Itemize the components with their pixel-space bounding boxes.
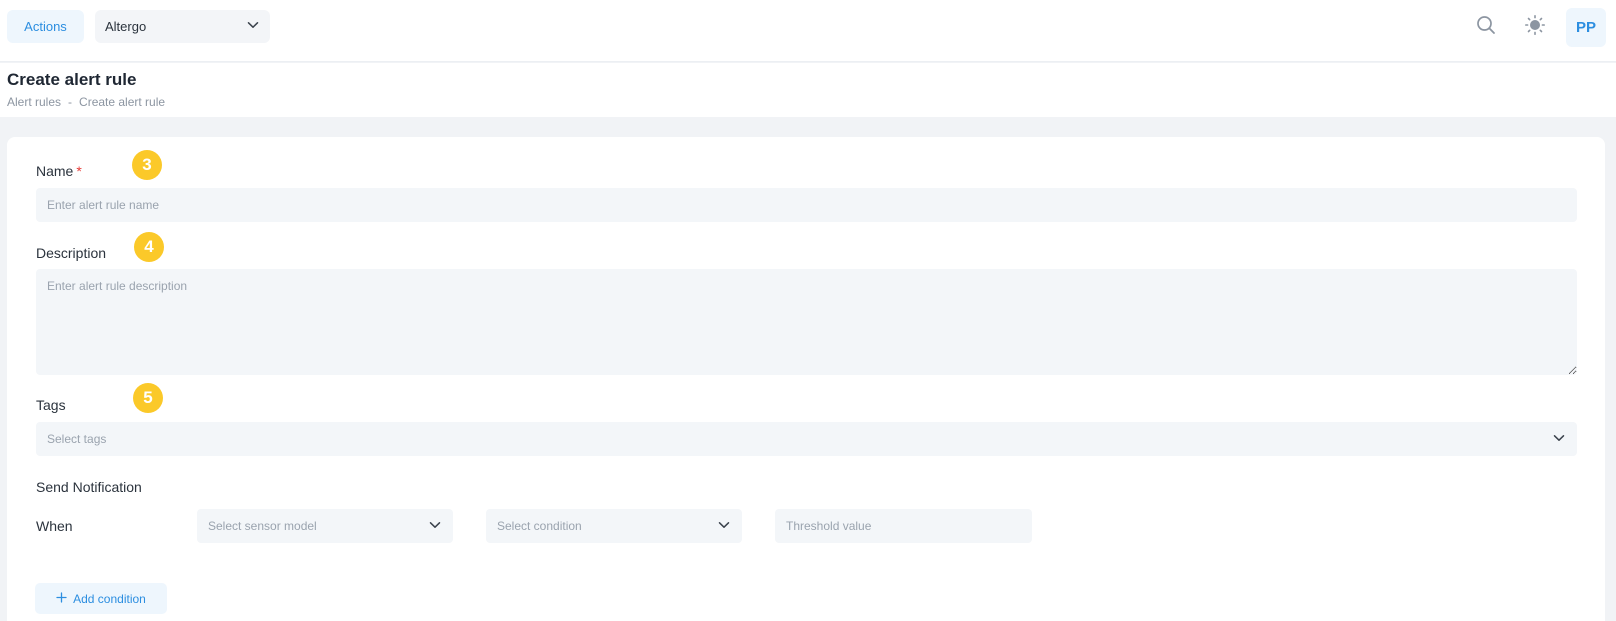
- user-avatar[interactable]: PP: [1566, 8, 1606, 47]
- page-title: Create alert rule: [7, 70, 137, 89]
- page-header: Create alert rule Alert rules - Create a…: [0, 63, 1616, 117]
- sensor-model-placeholder: Select sensor model: [208, 519, 317, 533]
- sun-icon: [1524, 14, 1546, 41]
- plus-icon: [56, 591, 67, 606]
- breadcrumb-alert-rules[interactable]: Alert rules: [7, 95, 61, 109]
- tags-select[interactable]: Select tags: [36, 422, 1577, 456]
- send-notification-label: Send Notification: [36, 479, 142, 495]
- top-bar: Actions Altergo PP: [0, 0, 1616, 62]
- threshold-input[interactable]: [775, 509, 1032, 543]
- sensor-model-select[interactable]: Select sensor model: [197, 509, 453, 543]
- chevron-down-icon: [428, 518, 442, 535]
- breadcrumb: Alert rules - Create alert rule: [7, 95, 165, 109]
- chevron-down-icon: [246, 18, 260, 35]
- search-icon: [1475, 14, 1497, 41]
- required-mark: *: [76, 163, 82, 179]
- name-input[interactable]: [36, 188, 1577, 222]
- search-button[interactable]: [1472, 13, 1500, 41]
- add-condition-button[interactable]: Add condition: [35, 583, 167, 614]
- step-badge-4: 4: [134, 232, 164, 262]
- breadcrumb-separator: -: [68, 95, 73, 109]
- organization-select[interactable]: Altergo: [95, 10, 270, 43]
- when-label: When: [36, 518, 73, 534]
- name-label: Name *: [36, 163, 82, 179]
- breadcrumb-current: Create alert rule: [79, 95, 166, 109]
- theme-toggle-button[interactable]: [1521, 13, 1549, 41]
- organization-select-value: Altergo: [105, 19, 147, 34]
- tags-label: Tags: [36, 397, 66, 413]
- chevron-down-icon: [717, 518, 731, 535]
- alert-rule-form: Name* 3 Description 4 Tags 5 Select tags…: [7, 137, 1605, 621]
- step-badge-5: 5: [133, 383, 163, 413]
- name-label-text: Name: [36, 163, 74, 179]
- chevron-down-icon: [1552, 431, 1566, 448]
- actions-button[interactable]: Actions: [7, 10, 84, 43]
- step-badge-3: 3: [132, 150, 162, 180]
- add-condition-label: Add condition: [73, 591, 146, 606]
- condition-select[interactable]: Select condition: [486, 509, 742, 543]
- condition-placeholder: Select condition: [497, 519, 582, 533]
- tags-select-placeholder: Select tags: [47, 432, 107, 446]
- description-textarea[interactable]: [36, 269, 1577, 375]
- description-label: Description: [36, 245, 107, 261]
